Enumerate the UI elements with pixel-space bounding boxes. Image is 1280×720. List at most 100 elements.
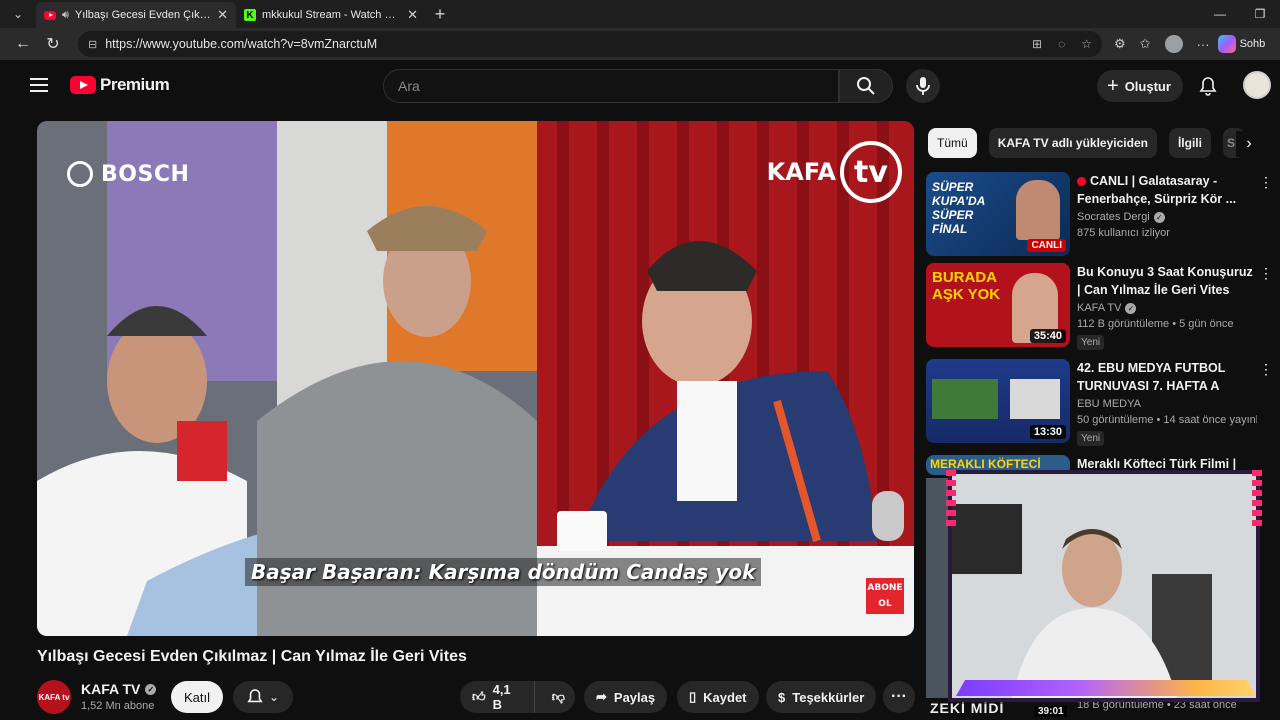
thumbnail-text: BURADA AŞK YOK [932,269,1001,303]
more-vertical-icon[interactable]: ⋮ [1259,361,1273,378]
reload-button[interactable]: ↻ [38,30,68,58]
recommendation-title: 42. EBU MEDYA FUTBOL TURNUVASI 7. HAFTA … [1077,361,1226,393]
tab-youtube[interactable]: 🔊︎ Yılbaşı Gecesi Evden Çıkılmaz ✕ [36,2,236,28]
share-label: Paylaş [613,689,656,705]
recommendation-channel[interactable]: KAFA TV ✓ [1077,302,1257,314]
save-label: Kaydet [703,689,747,705]
recommendation-channel[interactable]: EBU MEDYA [1077,398,1257,410]
youtube-masthead: Premium + Oluştur [8,62,1280,112]
share-arrow-icon: ➦ [596,689,607,704]
webcam-frame [948,470,1260,702]
join-button[interactable]: Katıl [171,681,223,713]
recommendation-title: Bu Konuyu 3 Saat Konuşuruz | Can Yılmaz … [1077,265,1253,297]
new-tab-button[interactable]: + [426,4,454,25]
live-dot-icon [1077,177,1086,187]
watermark-brand: KAFA [766,158,836,186]
minimize-icon[interactable]: — [1200,0,1240,28]
thanks-button[interactable]: $ Teşekkürler [766,681,877,713]
account-avatar[interactable] [1243,71,1271,99]
dislike-button[interactable]: 👎︎ [542,689,575,705]
chip-all[interactable]: Tümü [928,128,977,158]
thumbnail[interactable]: SÜPER KUPA'DA SÜPER FİNAL CANLI [926,172,1070,256]
site-info-icon[interactable]: ⊟ [88,38,97,51]
search-input[interactable] [398,78,838,94]
chips-next-button[interactable]: › [1236,131,1262,157]
sponsor-overlay: BOSCH [67,161,189,187]
youtube-logo[interactable]: Premium [70,75,170,95]
thumbnail-person [1016,180,1060,240]
channel-name-row[interactable]: KAFA TV ✓ [81,681,157,697]
more-actions-button[interactable]: ··· [883,681,915,713]
like-dislike-group: 👍︎ 4,1 B 👎︎ [460,681,575,713]
thumbnail-text: SÜPER KUPA'DA SÜPER FİNAL [932,180,985,236]
back-button[interactable]: ← [8,30,38,58]
bell-icon [1199,77,1217,96]
copilot-label: Sohb [1239,38,1266,50]
profile-icon[interactable] [1164,35,1183,53]
copilot-button[interactable]: Sohb [1217,35,1266,53]
extensions-icon[interactable]: ⚙ [1114,36,1126,52]
url-text: https://www.youtube.com/watch?v=8vmZnarc… [105,37,378,51]
bosch-logo-icon [67,161,93,187]
bookmark-icon: ▯ [689,689,697,704]
menu-icon[interactable] [30,78,48,92]
app-available-icon[interactable]: ⊞ [1032,37,1042,51]
recommendation-channel[interactable]: Socrates Dergi ✓ [1077,211,1257,223]
like-button[interactable]: 👍︎ 4,1 B [460,681,535,713]
recommendation-item[interactable]: SÜPER KUPA'DA SÜPER FİNAL CANLI CANLI | … [926,172,1276,266]
tab-kick[interactable]: K mkkukul Stream - Watch Live on K ✕ [236,2,426,28]
more-vertical-icon[interactable]: ⋮ [1259,174,1273,191]
voice-search-button[interactable] [906,69,940,103]
watermark-tv: tv [840,141,902,203]
chip-from-uploader[interactable]: KAFA TV adlı yükleyiciden [988,128,1157,158]
channel-watermark: KAFA tv [767,141,902,203]
favorites-icon[interactable]: ✩ [1140,36,1151,52]
recommendation-meta: 875 kullanıcı izliyor [1077,227,1170,239]
save-button[interactable]: ▯ Kaydet [677,681,759,713]
search-button[interactable] [839,69,893,103]
close-tab-icon[interactable]: ✕ [217,7,228,23]
chevron-down-icon: ⌄ [268,690,280,704]
notifications-button[interactable] [1196,74,1220,98]
recommendation-item[interactable]: 13:30 42. EBU MEDYA FUTBOL TURNUVASI 7. … [926,359,1276,453]
recommendation-title: CANLI | Galatasaray - Fenerbahçe, Sürpri… [1077,174,1237,206]
favorite-star-icon[interactable]: ☆ [1081,37,1092,51]
subscription-bell-button[interactable]: ⌄ [233,681,293,713]
tab-title: Yılbaşı Gecesi Evden Çıkılmaz [74,9,212,21]
screen: ⌄ 🔊︎ Yılbaşı Gecesi Evden Çıkılmaz ✕ K m… [0,0,1280,720]
more-horizontal-icon: ··· [891,688,907,705]
more-vertical-icon[interactable]: ⋮ [1259,265,1273,282]
chevron-right-icon: › [1246,135,1252,152]
chip-related[interactable]: İlgili [1168,128,1211,158]
tracking-prevention-icon[interactable]: ◌ [1058,37,1065,51]
browser-toolbar: ← ↻ ⊟ https://www.youtube.com/watch?v=8v… [0,28,1280,60]
streamer-webcam-overlay [946,470,1262,702]
video-duration: 39:01 [1035,706,1067,717]
webcam-decoration [1252,470,1262,530]
create-button[interactable]: + Oluştur [1097,70,1183,102]
more-menu-icon[interactable]: ··· [1197,37,1210,52]
kick-icon: K [244,9,256,21]
reload-icon: ↻ [46,36,60,53]
video-player[interactable]: BOSCH KAFA tv Başar Başaran: Karşıma dön… [37,121,914,636]
thumbnail[interactable]: 13:30 [926,359,1070,443]
thumbnail-text: MERAKLI KÖFTECİ [930,457,1041,471]
video-caption: Başar Başaran: Karşıma döndüm Candaş yok [245,558,762,586]
search-box [383,69,839,103]
tab-actions-menu[interactable]: ⌄ [0,0,36,28]
close-tab-icon[interactable]: ✕ [407,7,418,23]
verified-check-icon: ✓ [1153,211,1165,223]
thumbnail[interactable]: BURADA AŞK YOK 35:40 [926,263,1070,347]
recommendation-item[interactable]: BURADA AŞK YOK 35:40 Bu Konuyu 3 Saat Ko… [926,263,1276,357]
copilot-icon [1217,35,1236,53]
video-title: Yılbaşı Gecesi Evden Çıkılmaz | Can Yılm… [37,648,467,665]
thanks-dollar-icon: $ [778,689,786,705]
window-controls: — ❐ [1200,0,1280,28]
video-duration: 35:40 [1029,329,1066,343]
address-bar[interactable]: ⊟ https://www.youtube.com/watch?v=8vmZna… [78,31,1102,57]
channel-avatar[interactable]: KAFA tv [37,680,71,714]
maximize-icon[interactable]: ❐ [1240,0,1280,28]
speaker-icon[interactable]: 🔊︎ [62,9,69,22]
youtube-icon [70,76,96,94]
share-button[interactable]: ➦ Paylaş [584,681,668,713]
